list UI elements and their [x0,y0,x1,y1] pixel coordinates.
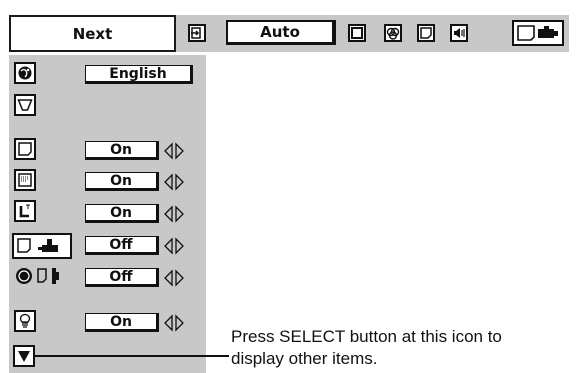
lamp-value[interactable]: On [85,313,159,332]
triangle-down-icon [18,351,30,362]
ceiling-icon[interactable] [12,233,72,259]
next-button[interactable]: Next [9,15,176,52]
sound-icon[interactable] [450,24,468,42]
caption-line-2: display other items. [231,349,378,368]
left-right-arrows-icon[interactable] [163,142,185,160]
display-icon[interactable] [14,169,36,191]
left-right-arrows-icon[interactable] [163,314,185,332]
logo-value[interactable]: On [85,204,159,223]
image-adjust-icon[interactable] [384,24,402,42]
left-right-arrows-icon[interactable] [163,205,185,223]
left-right-arrows-icon[interactable] [163,237,185,255]
left-right-arrows-icon[interactable] [163,269,185,287]
lamp-icon[interactable] [14,310,36,332]
scroll-down-button[interactable] [13,345,35,367]
blue-back-icon[interactable] [14,138,36,160]
language-icon[interactable] [14,62,36,84]
instruction-caption: Press SELECT button at this icon to disp… [231,326,576,370]
caption-line-1: Press SELECT button at this icon to [231,327,502,346]
input-mode-display: Auto [226,20,336,45]
ceiling-value[interactable]: Off [85,236,159,255]
blue-back-value[interactable]: On [85,141,159,160]
rear-icon[interactable] [14,264,74,288]
keystone-icon[interactable] [14,94,36,116]
language-value[interactable]: English [85,65,193,84]
logo-icon[interactable] [14,200,36,222]
display-value[interactable]: On [85,172,159,191]
rear-value[interactable]: Off [85,268,159,287]
input-icon[interactable] [188,24,206,42]
left-right-arrows-icon[interactable] [163,173,185,191]
image-icon[interactable] [417,24,435,42]
setting-icon[interactable] [512,20,564,46]
callout-pointer-line [35,355,229,357]
screen-icon[interactable] [348,24,366,42]
